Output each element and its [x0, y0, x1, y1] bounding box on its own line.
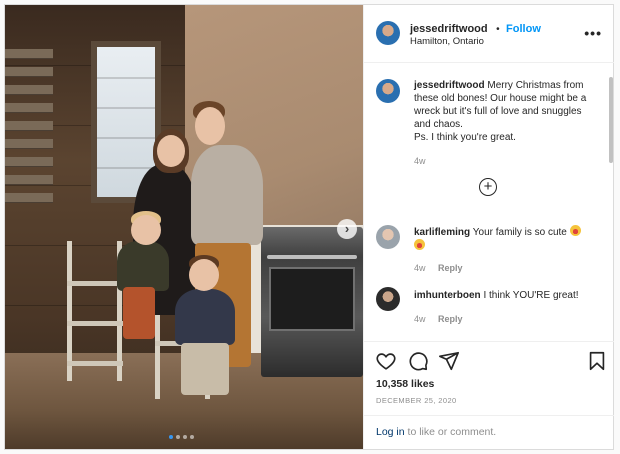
stove — [261, 227, 363, 377]
comment-username[interactable]: imhunterboen — [414, 290, 481, 301]
login-text: to like or comment. — [407, 426, 497, 438]
next-arrow-icon[interactable]: › — [337, 219, 357, 239]
caption-avatar[interactable] — [376, 79, 400, 103]
post-actions: 10,358 likes DECEMBER 25, 2020 — [364, 341, 614, 415]
follow-button[interactable]: Follow — [506, 23, 541, 35]
author-username[interactable]: jessedriftwood — [410, 23, 488, 35]
carousel-dot — [169, 435, 173, 439]
post-location[interactable]: Hamilton, Ontario — [410, 36, 484, 47]
caption-text: jessedriftwood Merry Christmas from thes… — [414, 79, 600, 144]
carousel-dot — [183, 435, 187, 439]
step-ladder-left — [67, 241, 123, 381]
share-icon[interactable] — [438, 350, 460, 372]
carousel-dot — [176, 435, 180, 439]
heart-eyes-emoji-icon — [414, 239, 425, 250]
toddler-figure — [117, 241, 169, 291]
bookmark-icon[interactable] — [586, 350, 608, 372]
comment-age: 4w — [414, 263, 426, 273]
commenter-avatar[interactable] — [376, 287, 400, 311]
caption-ps: Ps. I think you're great. — [414, 132, 516, 143]
separator-dot: • — [496, 24, 500, 35]
comments-scrollbar[interactable] — [609, 77, 613, 163]
carousel-dot — [190, 435, 194, 439]
commenter-avatar[interactable] — [376, 225, 400, 249]
reply-button[interactable]: Reply — [438, 314, 463, 324]
caption-username[interactable]: jessedriftwood — [414, 80, 485, 91]
login-link[interactable]: Log in — [376, 426, 405, 438]
comment-body: I think YOU'RE great! — [483, 290, 579, 301]
caption-age: 4w — [414, 156, 426, 166]
comments-section[interactable]: jessedriftwood Merry Christmas from thes… — [364, 63, 614, 341]
reply-button[interactable]: Reply — [438, 263, 463, 273]
child-figure — [175, 289, 235, 345]
post-side-panel: jessedriftwood • Follow Hamilton, Ontari… — [363, 5, 614, 449]
carousel-indicator — [169, 435, 194, 439]
like-count[interactable]: 10,358 likes — [376, 378, 434, 390]
comment-meta: 4w Reply — [414, 314, 463, 324]
more-options-icon[interactable]: ••• — [584, 25, 602, 41]
comment-username[interactable]: karlifleming — [414, 227, 470, 238]
post-frame: › jessedriftwood • Follow Hamilton, Onta… — [4, 4, 614, 450]
heart-eyes-emoji-icon — [569, 225, 581, 236]
comment-meta: 4w Reply — [414, 263, 463, 273]
add-comment-icon[interactable]: + — [479, 178, 497, 196]
heart-icon[interactable] — [375, 350, 397, 372]
comment-body: Your family is so cute — [472, 227, 567, 238]
comment-text: imhunterboen I think YOU'RE great! — [414, 289, 600, 302]
login-prompt: Log in to like or comment. — [364, 415, 614, 449]
man-figure — [191, 145, 263, 245]
post-header: jessedriftwood • Follow Hamilton, Ontari… — [364, 5, 614, 63]
comment-age: 4w — [414, 314, 426, 324]
post-date[interactable]: DECEMBER 25, 2020 — [376, 396, 457, 405]
author-avatar[interactable] — [376, 21, 400, 45]
comment-icon[interactable] — [407, 350, 429, 372]
comment-text: karlifleming Your family is so cute — [414, 225, 600, 253]
post-photo[interactable]: › — [5, 5, 363, 449]
